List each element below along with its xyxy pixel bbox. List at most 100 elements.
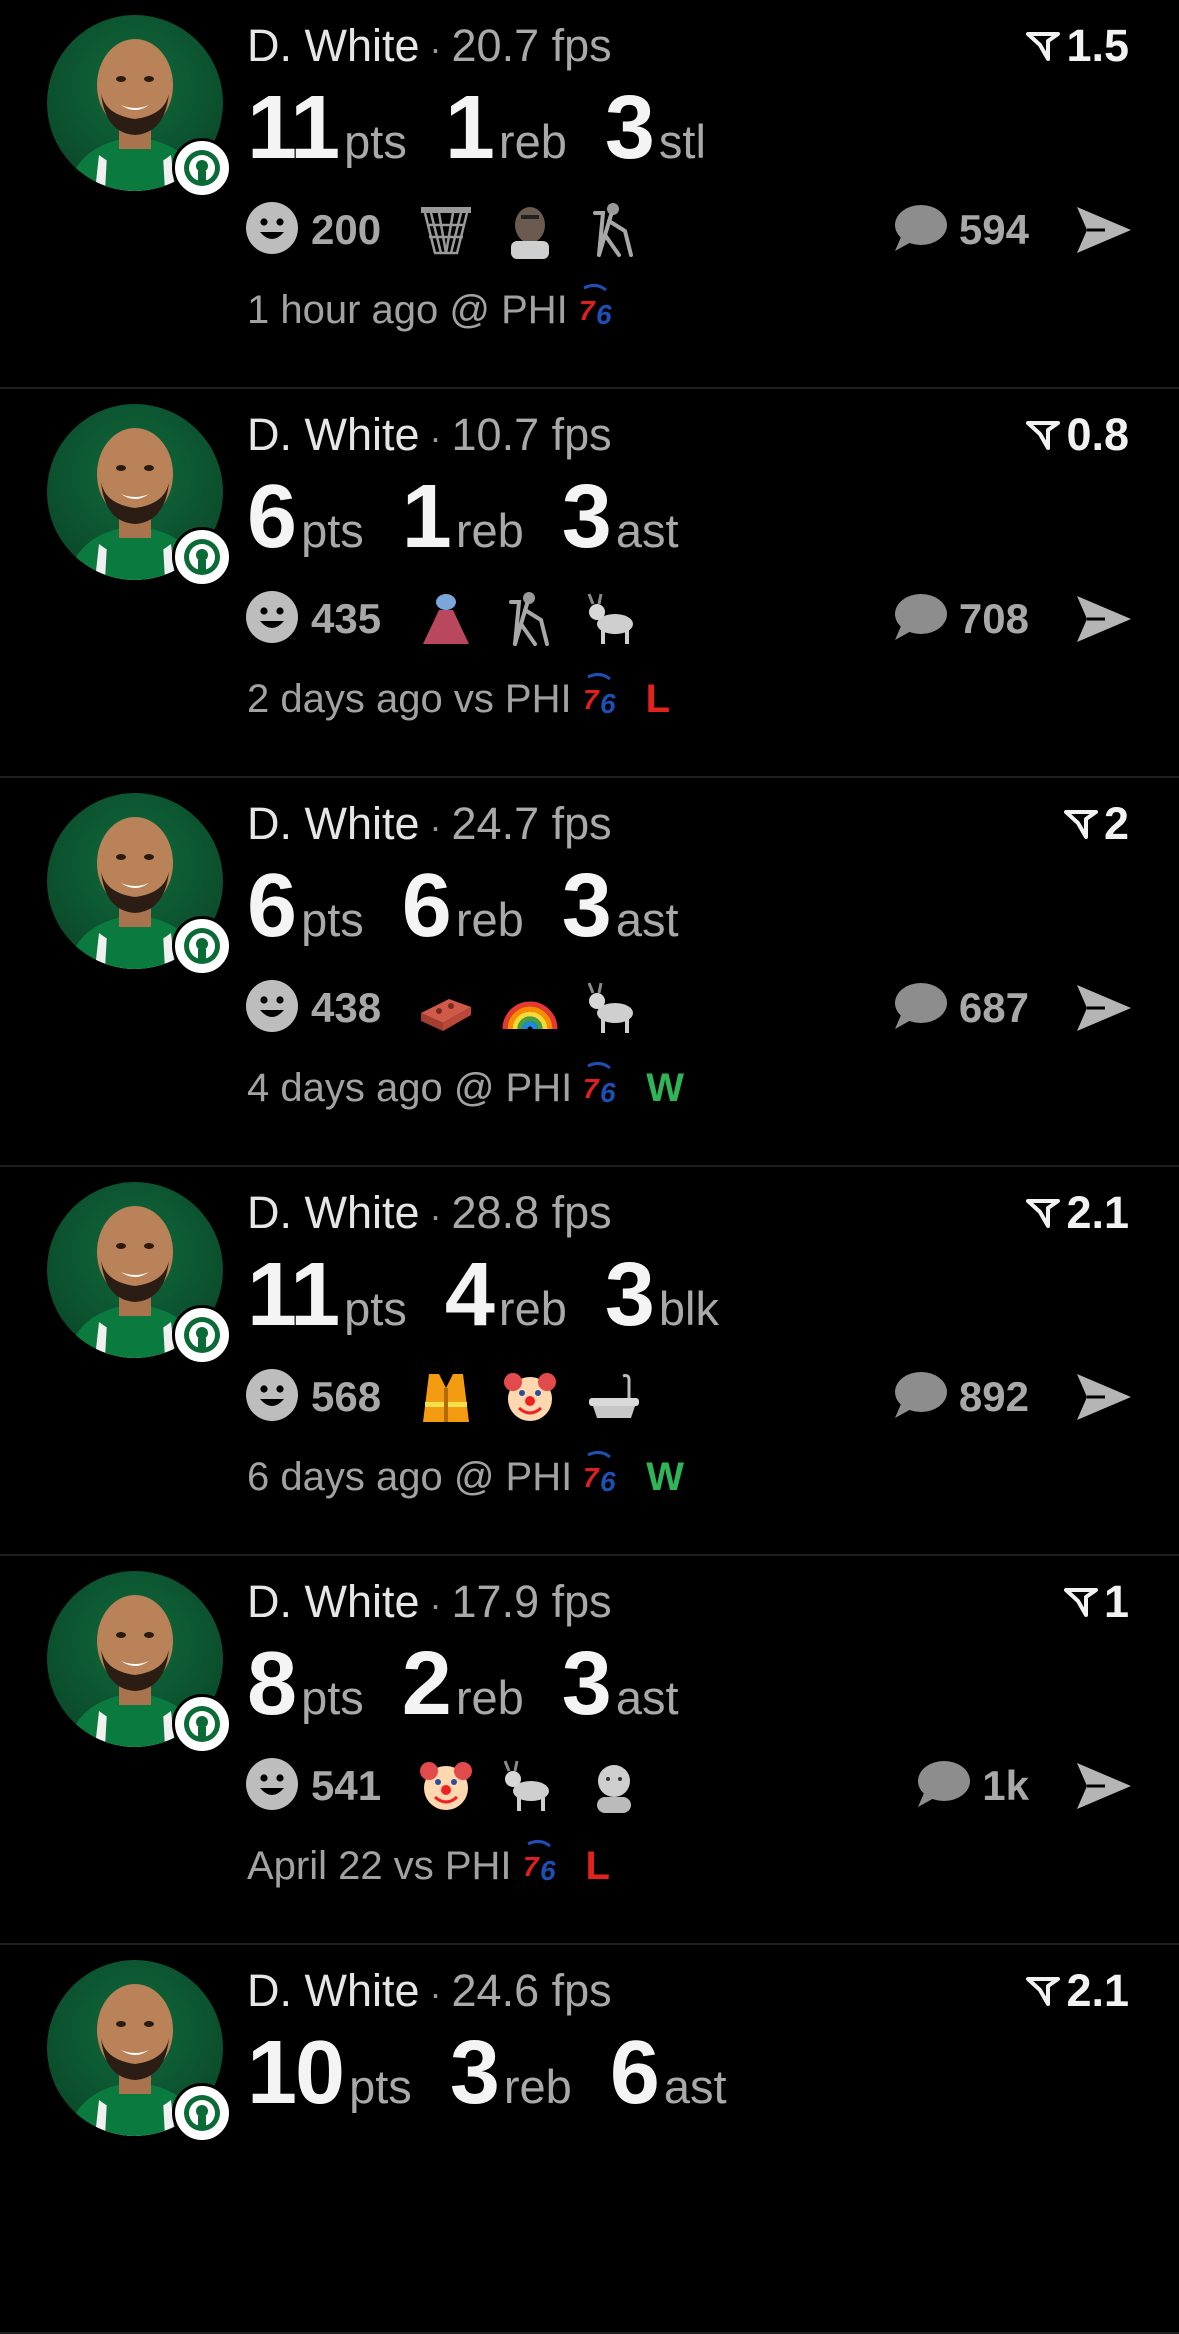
smiley-face-icon[interactable] — [245, 979, 299, 1038]
comments-button[interactable]: 708 — [891, 587, 1029, 651]
share-button[interactable] — [1075, 203, 1133, 257]
game-result-badge: W — [646, 1454, 684, 1499]
post-headline: D. White · 20.7 fps — [247, 20, 612, 75]
bookmark-flag-icon — [1026, 1965, 1061, 2017]
reaction-count[interactable]: 200 — [311, 206, 381, 254]
celtics-logo-icon — [172, 916, 232, 976]
stat-value: 3 — [561, 1634, 612, 1734]
player-name[interactable]: D. White — [247, 409, 420, 460]
stat-value: 11 — [247, 1245, 340, 1345]
stat-unit: ast — [663, 2060, 727, 2113]
rating-badge[interactable]: 1 — [1063, 1576, 1129, 1628]
comments-button[interactable]: 594 — [891, 198, 1029, 262]
fantasy-points: 20.7 fps — [451, 20, 612, 71]
stat-value: 11 — [247, 78, 340, 178]
bookmark-flag-icon — [1026, 409, 1061, 461]
reaction-count[interactable]: 568 — [311, 1373, 381, 1421]
stat-line: 11 pts 4 reb 3 blk — [247, 1245, 757, 1345]
stat-value: 1 — [444, 78, 495, 178]
svg-text:7: 7 — [523, 1851, 540, 1882]
game-result-badge: W — [646, 1065, 684, 1110]
comment-count: 594 — [958, 206, 1029, 253]
stat-unit: reb — [455, 893, 524, 946]
share-button[interactable] — [1075, 1759, 1133, 1813]
stat-unit: pts — [344, 115, 407, 168]
svg-text:7: 7 — [583, 1073, 600, 1104]
volcano-icon[interactable] — [417, 590, 475, 648]
share-button[interactable] — [1075, 981, 1133, 1035]
feed-post[interactable]: D. White · 24.6 fps 2.1 10 pts 3 reb 6 ast — [0, 1945, 1179, 2334]
fantasy-points: 17.9 fps — [451, 1576, 612, 1627]
goat-icon[interactable] — [585, 979, 643, 1037]
fantasy-points: 24.7 fps — [451, 798, 612, 849]
rating-badge[interactable]: 2 — [1063, 798, 1129, 850]
comments-button[interactable]: 687 — [891, 976, 1029, 1040]
stat-reb: 2 reb — [402, 1634, 524, 1734]
clown-face-icon[interactable] — [417, 1757, 475, 1815]
reaction-count[interactable]: 435 — [311, 595, 381, 643]
paper-plane-icon — [1075, 1763, 1133, 1817]
baby-face-icon[interactable] — [585, 1757, 643, 1815]
player-name[interactable]: D. White — [247, 1965, 420, 2016]
stat-unit: pts — [301, 893, 364, 946]
feed-post[interactable]: D. White · 17.9 fps 1 8 pts 2 reb 3 ast 541 1k A… — [0, 1556, 1179, 1945]
rating-badge[interactable]: 0.8 — [1026, 409, 1129, 461]
reaction-count[interactable]: 541 — [311, 1762, 381, 1810]
comments-button[interactable]: 1k — [914, 1754, 1029, 1818]
feed-post[interactable]: D. White · 20.7 fps 1.5 11 pts 1 reb 3 stl 200 5… — [0, 0, 1179, 389]
bathtub-icon[interactable] — [585, 1368, 643, 1426]
smiley-face-icon[interactable] — [245, 1368, 299, 1427]
share-button[interactable] — [1075, 592, 1133, 646]
rating-value: 0.8 — [1066, 409, 1129, 460]
rating-badge[interactable]: 1.5 — [1026, 20, 1129, 72]
svg-text:7: 7 — [579, 295, 596, 326]
reaction-count[interactable]: 438 — [311, 984, 381, 1032]
feed-post[interactable]: D. White · 24.7 fps 2 6 pts 6 reb 3 ast 438 687 … — [0, 778, 1179, 1167]
game-result-badge: L — [645, 676, 671, 721]
game-time-opponent: 4 days ago @ PHI — [247, 1065, 573, 1110]
stat-unit: ast — [615, 1671, 679, 1724]
feed-post[interactable]: D. White · 10.7 fps 0.8 6 pts 1 reb 3 ast 435 70… — [0, 389, 1179, 778]
rating-badge[interactable]: 2.1 — [1026, 1965, 1129, 2017]
player-name[interactable]: D. White — [247, 798, 420, 849]
stat-unit: pts — [349, 2060, 412, 2113]
clown-face-icon[interactable] — [501, 1368, 559, 1426]
stat-line: 6 pts 1 reb 3 ast — [247, 467, 717, 567]
stat-unit: reb — [455, 1671, 524, 1724]
safety-vest-icon[interactable] — [417, 1368, 475, 1426]
stat-unit: pts — [344, 1282, 407, 1335]
player-name[interactable]: D. White — [247, 20, 420, 71]
goat-icon[interactable] — [501, 1757, 559, 1815]
player-name[interactable]: D. White — [247, 1187, 420, 1238]
feed-post[interactable]: D. White · 28.8 fps 2.1 11 pts 4 reb 3 blk 568 8… — [0, 1167, 1179, 1556]
player-name[interactable]: D. White — [247, 1576, 420, 1627]
crutch-walker-icon[interactable] — [501, 590, 559, 648]
sixers-logo-icon: 7 6 — [512, 1838, 566, 1894]
rainbow-icon[interactable] — [501, 979, 559, 1037]
hoop-net-icon[interactable] — [417, 201, 475, 259]
goat-icon[interactable] — [585, 590, 643, 648]
player-face-icon[interactable] — [501, 201, 559, 259]
paper-plane-icon — [1075, 985, 1133, 1039]
stat-reb: 1 reb — [402, 467, 524, 567]
stat-unit: pts — [301, 1671, 364, 1724]
game-result-badge: L — [585, 1843, 610, 1888]
stat-line: 10 pts 3 reb 6 ast — [247, 2023, 765, 2123]
stat-value: 3 — [604, 78, 655, 178]
stat-ast: 3 ast — [562, 467, 679, 567]
speech-bubble-icon — [891, 203, 947, 258]
stat-unit: reb — [498, 1282, 567, 1335]
share-button[interactable] — [1075, 1370, 1133, 1424]
svg-text:6: 6 — [600, 688, 616, 717]
smiley-face-icon[interactable] — [245, 1757, 299, 1816]
stat-unit: stl — [658, 115, 706, 168]
brick-icon[interactable] — [417, 979, 475, 1037]
post-headline: D. White · 10.7 fps — [247, 409, 612, 464]
speech-bubble-icon — [914, 1759, 971, 1814]
rating-badge[interactable]: 2.1 — [1026, 1187, 1129, 1239]
smiley-face-icon[interactable] — [245, 201, 299, 260]
comments-button[interactable]: 892 — [891, 1365, 1029, 1429]
crutch-walker-icon[interactable] — [585, 201, 643, 259]
smiley-face-icon[interactable] — [245, 590, 299, 649]
stat-value: 6 — [609, 2023, 660, 2123]
